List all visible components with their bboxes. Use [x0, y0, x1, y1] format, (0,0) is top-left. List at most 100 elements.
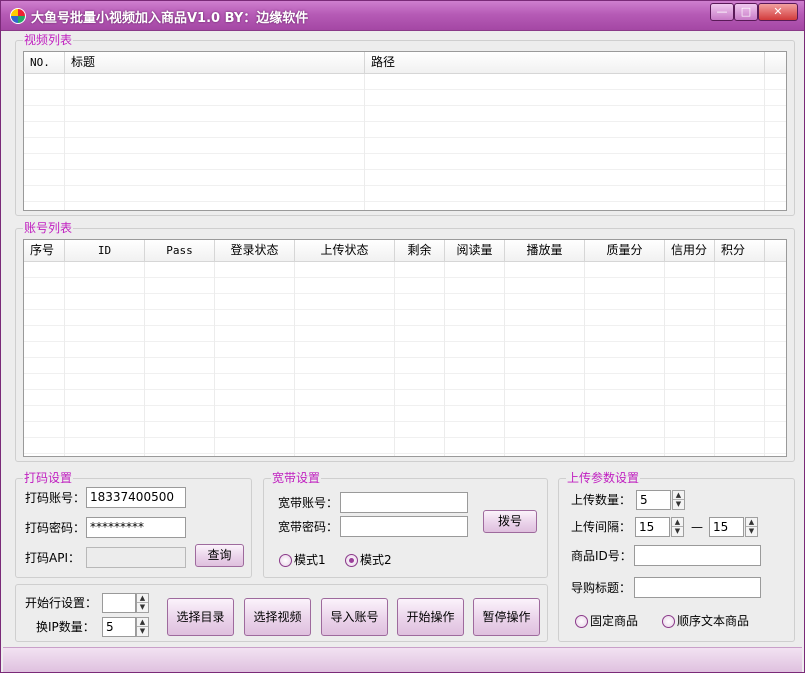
column-header-points[interactable]: 积分	[715, 240, 765, 262]
column-header-plays[interactable]: 播放量	[505, 240, 585, 262]
column-header-pass[interactable]: Pass	[145, 240, 215, 262]
spin-up-icon[interactable]: ▲	[673, 491, 684, 500]
start-operation-button[interactable]: 开始操作	[397, 598, 464, 636]
video-list-body[interactable]	[24, 74, 786, 210]
spin-up-icon[interactable]: ▲	[137, 618, 148, 627]
column-header-upload-status[interactable]: 上传状态	[295, 240, 395, 262]
fixed-product-label[interactable]: 固定商品	[590, 613, 638, 629]
pause-operation-button[interactable]: 暂停操作	[473, 598, 540, 636]
column-divider	[64, 262, 65, 456]
column-header-remaining[interactable]: 剩余	[395, 240, 445, 262]
captcha-api-input[interactable]	[86, 547, 186, 568]
column-divider	[214, 262, 215, 456]
spin-down-icon[interactable]: ▼	[137, 627, 148, 636]
column-header-credit[interactable]: 信用分	[665, 240, 715, 262]
broadband-password-label: 宽带密码：	[278, 520, 339, 534]
product-id-label: 商品ID号：	[571, 549, 632, 563]
column-divider	[664, 262, 665, 456]
mode2-radio[interactable]	[345, 554, 358, 567]
window-title: 大鱼号批量小视频加入商品V1.0 BY：边缘软件	[31, 11, 309, 26]
status-bar	[3, 647, 802, 672]
select-video-button[interactable]: 选择视频	[244, 598, 311, 636]
column-divider	[764, 74, 765, 210]
main-window: 大鱼号批量小视频加入商品V1.0 BY：边缘软件 — □ ✕ 视频列表 NO. …	[0, 0, 805, 673]
spin-up-icon[interactable]: ▲	[137, 594, 148, 603]
upload-count-spinner[interactable]: ▲ ▼	[672, 490, 685, 510]
mode1-label[interactable]: 模式1	[294, 552, 326, 568]
minimize-button[interactable]: —	[710, 3, 734, 21]
maximize-button[interactable]: □	[734, 3, 758, 21]
column-divider	[584, 262, 585, 456]
select-directory-button[interactable]: 选择目录	[167, 598, 234, 636]
mode1-radio[interactable]	[279, 554, 292, 567]
captcha-account-label: 打码账号：	[25, 491, 86, 505]
guide-title-label: 导购标题：	[571, 581, 632, 595]
spin-down-icon[interactable]: ▼	[672, 527, 683, 536]
start-row-input[interactable]	[102, 593, 136, 613]
spin-down-icon[interactable]: ▼	[673, 500, 684, 509]
column-divider	[64, 74, 65, 210]
close-button[interactable]: ✕	[758, 3, 798, 21]
account-list-label: 账号列表	[23, 221, 74, 235]
video-list-header: NO. 标题 路径	[24, 52, 786, 74]
column-header-id[interactable]: ID	[65, 240, 145, 262]
spin-down-icon[interactable]: ▼	[746, 527, 757, 536]
upload-interval-to-input[interactable]: 15	[709, 517, 744, 537]
ip-count-label: 换IP数量：	[36, 620, 95, 634]
column-header-index[interactable]: 序号	[24, 240, 65, 262]
captcha-password-label: 打码密码：	[25, 521, 86, 535]
broadband-password-input[interactable]	[340, 516, 468, 537]
ip-count-spinner[interactable]: ▲ ▼	[136, 617, 149, 637]
upload-interval-to-spinner[interactable]: ▲ ▼	[745, 517, 758, 537]
product-id-input[interactable]	[634, 545, 761, 566]
guide-title-input[interactable]	[634, 577, 761, 598]
account-list-header: 序号 ID Pass 登录状态 上传状态 剩余 阅读量 播放量 质量分 信用分 …	[24, 240, 786, 262]
spin-up-icon[interactable]: ▲	[746, 518, 757, 527]
column-header-quality[interactable]: 质量分	[585, 240, 665, 262]
column-divider	[144, 262, 145, 456]
query-button[interactable]: 查询	[195, 544, 244, 567]
column-header-login-status[interactable]: 登录状态	[215, 240, 295, 262]
broadband-account-label: 宽带账号：	[278, 496, 339, 510]
column-divider	[714, 262, 715, 456]
sequential-text-product-radio[interactable]	[662, 615, 675, 628]
upload-count-input[interactable]: 5	[636, 490, 671, 510]
captcha-label: 打码设置	[23, 471, 74, 485]
broadband-label: 宽带设置	[271, 471, 322, 485]
app-icon	[10, 8, 26, 24]
video-list-view[interactable]: NO. 标题 路径	[23, 51, 787, 211]
broadband-account-input[interactable]	[340, 492, 468, 513]
fixed-product-radio[interactable]	[575, 615, 588, 628]
mode2-label[interactable]: 模式2	[360, 552, 392, 568]
column-header-reads[interactable]: 阅读量	[445, 240, 505, 262]
column-divider	[294, 262, 295, 456]
column-header-title[interactable]: 标题	[65, 52, 365, 74]
upload-interval-from-spinner[interactable]: ▲ ▼	[671, 517, 684, 537]
column-header-no[interactable]: NO.	[24, 52, 65, 74]
spin-down-icon[interactable]: ▼	[137, 603, 148, 612]
ip-count-input[interactable]: 5	[102, 617, 136, 637]
upload-interval-label: 上传间隔：	[571, 520, 632, 534]
video-list-label: 视频列表	[23, 33, 74, 47]
title-bar[interactable]: 大鱼号批量小视频加入商品V1.0 BY：边缘软件 — □ ✕	[1, 1, 804, 31]
account-list-view[interactable]: 序号 ID Pass 登录状态 上传状态 剩余 阅读量 播放量 质量分 信用分 …	[23, 239, 787, 457]
column-divider	[444, 262, 445, 456]
column-divider	[504, 262, 505, 456]
upload-settings-label: 上传参数设置	[566, 471, 641, 485]
sequential-text-product-label[interactable]: 顺序文本商品	[677, 613, 749, 629]
spin-up-icon[interactable]: ▲	[672, 518, 683, 527]
start-row-spinner[interactable]: ▲ ▼	[136, 593, 149, 613]
captcha-account-input[interactable]: 18337400500	[86, 487, 186, 508]
dial-button[interactable]: 拨号	[483, 510, 537, 533]
upload-interval-from-input[interactable]: 15	[635, 517, 670, 537]
account-list-body[interactable]	[24, 262, 786, 456]
upload-count-label: 上传数量：	[571, 493, 632, 507]
import-accounts-button[interactable]: 导入账号	[321, 598, 388, 636]
column-divider	[764, 262, 765, 456]
column-header-path[interactable]: 路径	[365, 52, 765, 74]
start-row-label: 开始行设置：	[25, 596, 98, 610]
column-divider	[394, 262, 395, 456]
captcha-api-label: 打码API：	[25, 551, 80, 565]
captcha-password-input[interactable]: *********	[86, 517, 186, 538]
interval-separator: —	[691, 520, 703, 534]
